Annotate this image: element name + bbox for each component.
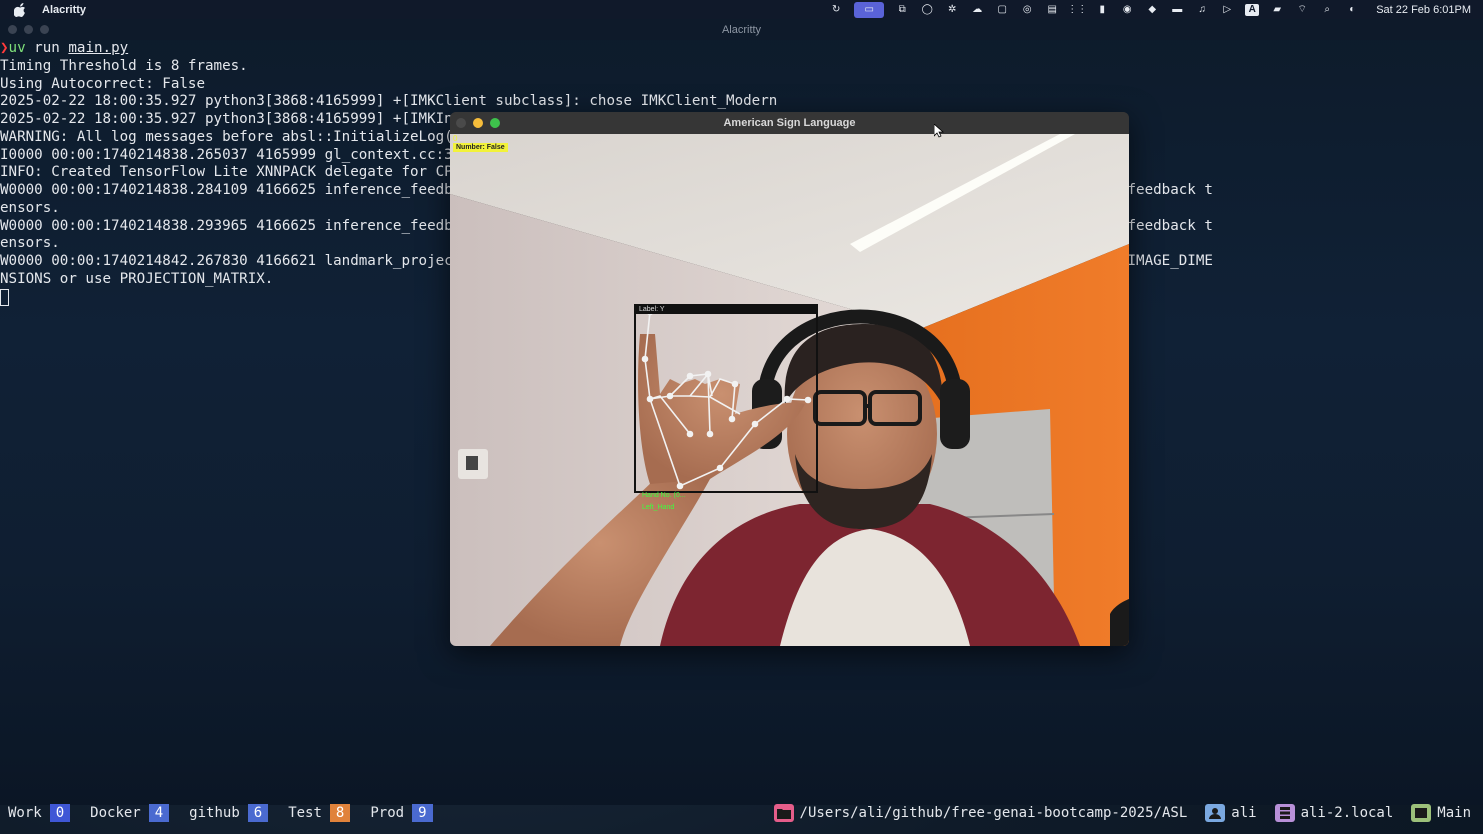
terminal-cursor [0, 288, 9, 306]
status-bar: Work 0 Docker 4 github 6 Test 8 Prod 9 /Users/ali… [0, 803, 1483, 823]
hand-label: Label: Y [636, 306, 816, 314]
user-name: ali [1231, 805, 1257, 821]
asl-titlebar[interactable]: American Sign Language [450, 112, 1129, 134]
display-icon[interactable]: ▢ [995, 4, 1009, 16]
current-path: /Users/ali/github/free-genai-bootcamp-20… [799, 805, 1188, 821]
workspace-tab[interactable]: Docker 4 [82, 804, 170, 822]
command-file: main.py [68, 40, 129, 56]
terminal-line: Timing Threshold is 8 frames. [0, 57, 248, 74]
workspace-number: 9 [412, 804, 433, 822]
prompt-arrow-icon: ❯ [0, 40, 9, 56]
terminal-titlebar[interactable]: Alacritty [0, 19, 1483, 40]
vpn-icon[interactable]: ◎ [1020, 4, 1034, 16]
workspace-tab[interactable]: Prod 9 [362, 804, 433, 822]
control-center-icon[interactable]: ◐ [1345, 4, 1359, 16]
session-name: Main [1437, 805, 1471, 821]
terminal-line: Using Autocorrect: False [0, 75, 205, 92]
grid-icon[interactable]: ⋮⋮ [1067, 4, 1087, 16]
clipboard-icon[interactable]: ▤ [1045, 4, 1059, 16]
mouse-pointer-icon [934, 124, 944, 138]
workspace-tab[interactable]: Test 8 [280, 804, 351, 822]
close-button[interactable] [8, 25, 17, 34]
workspace-tab[interactable]: Work 0 [0, 804, 71, 822]
path-segment: /Users/ali/github/free-genai-bootcamp-20… [773, 804, 1188, 822]
diamond-icon[interactable]: ◆ [1145, 4, 1159, 16]
folder-icon [773, 804, 794, 822]
server-icon [1274, 804, 1295, 822]
workspace-name: Work [8, 805, 42, 821]
user-icon [1205, 804, 1226, 822]
workspace-number: 6 [247, 804, 269, 822]
sync-icon[interactable]: ↻ [829, 4, 843, 16]
workspace-name: Docker [90, 805, 141, 821]
workspace-name: Prod [370, 805, 405, 821]
menu-bar: Alacritty ↻ ▭ ⧉ ◯ ✲ ☁ ▢ ◎ ▤ ⋮⋮ ▮ ◉ ◆ ▬ ♫… [0, 0, 1483, 19]
cast-icon[interactable]: ⧉ [895, 4, 909, 16]
asl-window[interactable]: American Sign Language 0 Number: False L… [450, 112, 1129, 646]
keyboard-icon[interactable]: ▬ [1170, 4, 1184, 16]
menubar-datetime[interactable]: Sat 22 Feb 6:01PM [1376, 4, 1471, 16]
app-name[interactable]: Alacritty [42, 4, 86, 16]
battery-icon[interactable]: ▰ [1270, 4, 1284, 16]
command-args: run [25, 40, 69, 56]
hand-number-label: Hand No. (0... [642, 492, 686, 499]
zoom-button[interactable] [40, 25, 49, 34]
terminal-icon [1411, 804, 1432, 822]
workspace-number: 0 [49, 804, 71, 822]
workspace-tab[interactable]: github 6 [181, 804, 269, 822]
minimize-button[interactable] [473, 118, 483, 128]
wifi-icon[interactable]: ⌔ [1295, 4, 1309, 16]
workspace-name: Test [288, 805, 322, 821]
session-segment: Main [1411, 804, 1471, 822]
close-button[interactable] [456, 118, 466, 128]
input-source-icon[interactable]: A [1245, 3, 1260, 16]
camera-feed: 0 Number: False Label: Y Hand No. (0... … [450, 134, 1129, 646]
host-name: ali-2.local [1300, 805, 1394, 821]
command-name: uv [8, 40, 26, 56]
number-status-badge: Number: False [453, 143, 508, 152]
record-icon[interactable]: ◉ [1120, 4, 1134, 16]
apple-icon[interactable] [13, 2, 28, 17]
weather-icon[interactable]: ☁ [970, 4, 984, 16]
user-segment: ali [1205, 804, 1257, 822]
workspace-number: 8 [329, 804, 351, 822]
host-segment: ali-2.local [1274, 804, 1394, 822]
prompt-line: ❯uv run main.py [0, 40, 1483, 58]
cloud-icon[interactable]: ◯ [920, 4, 934, 16]
headphones-icon[interactable]: ♫ [1195, 4, 1209, 16]
zoom-button[interactable] [490, 118, 500, 128]
workspace-name: github [189, 805, 240, 821]
battery-widget-icon[interactable]: ▮ [1095, 4, 1109, 16]
zero-overlay: 0 [453, 134, 458, 143]
gear-icon[interactable]: ✲ [945, 4, 959, 16]
screen-mirror-icon[interactable]: ▭ [854, 1, 885, 18]
handedness-label: Left_Hand [642, 504, 675, 511]
workspace-number: 4 [148, 804, 170, 822]
hand-bounding-box: Label: Y [634, 304, 818, 493]
terminal-title: Alacritty [721, 23, 762, 36]
terminal-line: 2025-02-22 18:00:35.927 python3[3868:416… [0, 93, 778, 110]
minimize-button[interactable] [24, 25, 33, 34]
asl-window-title: American Sign Language [723, 117, 856, 129]
play-icon[interactable]: ▷ [1220, 4, 1234, 16]
search-icon[interactable]: ⌕ [1320, 4, 1334, 16]
